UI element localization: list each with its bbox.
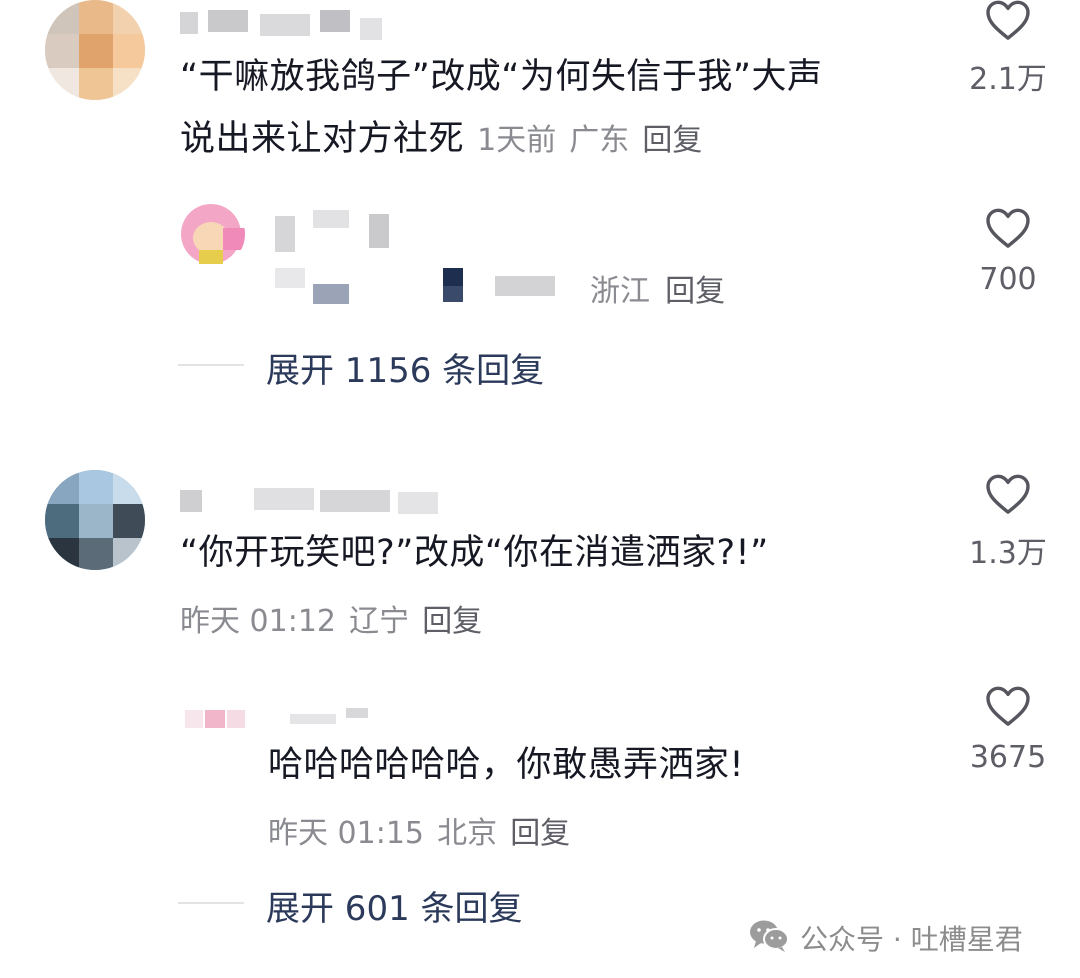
- expand-replies-button[interactable]: 展开 1156 条回复: [266, 343, 544, 392]
- like-count: 1.3万: [969, 536, 1047, 571]
- like-group[interactable]: 1.3万: [948, 474, 1068, 572]
- heart-icon[interactable]: [985, 474, 1031, 514]
- reply-avatar-blurred[interactable]: [185, 700, 260, 740]
- wechat-icon: [750, 920, 789, 952]
- reply-like-count: 700: [979, 262, 1037, 297]
- heart-icon[interactable]: [985, 686, 1031, 726]
- expand-replies-button[interactable]: 展开 601 条回复: [266, 881, 523, 930]
- heart-icon[interactable]: [985, 208, 1031, 248]
- user-avatar[interactable]: [45, 0, 145, 100]
- reply-text: 哈哈哈哈哈哈，你敢愚弄洒家!: [268, 745, 745, 785]
- reply-like-group[interactable]: 3675: [948, 686, 1068, 775]
- reply-reply-button[interactable]: 回复: [510, 816, 570, 851]
- reply-like-group[interactable]: 700: [948, 208, 1068, 297]
- expand-divider: [178, 902, 244, 904]
- reply-location: 北京: [437, 816, 498, 851]
- comment-location: 辽宁: [349, 604, 410, 639]
- comment-time: 1天前: [477, 123, 557, 158]
- reply-username-blurred[interactable]: [275, 210, 395, 252]
- reply-username-blurred[interactable]: [290, 704, 380, 728]
- reply-reply-button[interactable]: 回复: [665, 274, 725, 309]
- comment-text-line-2: 说出来让对方社死: [180, 119, 465, 159]
- comment-text-line-1: “你开玩笑吧?”改成“你在消遣洒家?!”: [180, 533, 769, 573]
- reply-avatar[interactable]: [177, 200, 245, 268]
- comment-text-row-2: 说出来让对方社死 1天前 广东 回复: [180, 108, 702, 170]
- like-group[interactable]: 2.1万: [948, 0, 1068, 98]
- reply-location: 浙江: [590, 274, 650, 309]
- watermark-text: 公众号 · 吐槽星君: [800, 923, 1023, 956]
- reply-meta: 昨天 01:15 北京 回复: [268, 808, 570, 852]
- reply-meta: 浙江 回复: [590, 266, 725, 310]
- username-blurred[interactable]: [180, 488, 460, 514]
- reply-like-count: 3675: [969, 740, 1047, 775]
- comment-meta: 昨天 01:12 辽宁 回复: [180, 596, 482, 640]
- reply-button[interactable]: 回复: [642, 123, 702, 158]
- reply-button[interactable]: 回复: [422, 604, 482, 639]
- user-avatar[interactable]: [45, 470, 145, 570]
- username-blurred[interactable]: [180, 10, 390, 40]
- comment-location: 广东: [569, 123, 630, 158]
- heart-icon[interactable]: [985, 0, 1031, 40]
- like-count: 2.1万: [969, 62, 1047, 97]
- reply-time: 昨天 01:15: [268, 816, 424, 851]
- comment-text-line-1: “干嘛放我鸽子”改成“为何失信于我”大声: [180, 57, 823, 97]
- comment-time: 昨天 01:12: [180, 604, 336, 639]
- reply-text-blurred: [275, 262, 635, 308]
- expand-divider: [178, 364, 244, 366]
